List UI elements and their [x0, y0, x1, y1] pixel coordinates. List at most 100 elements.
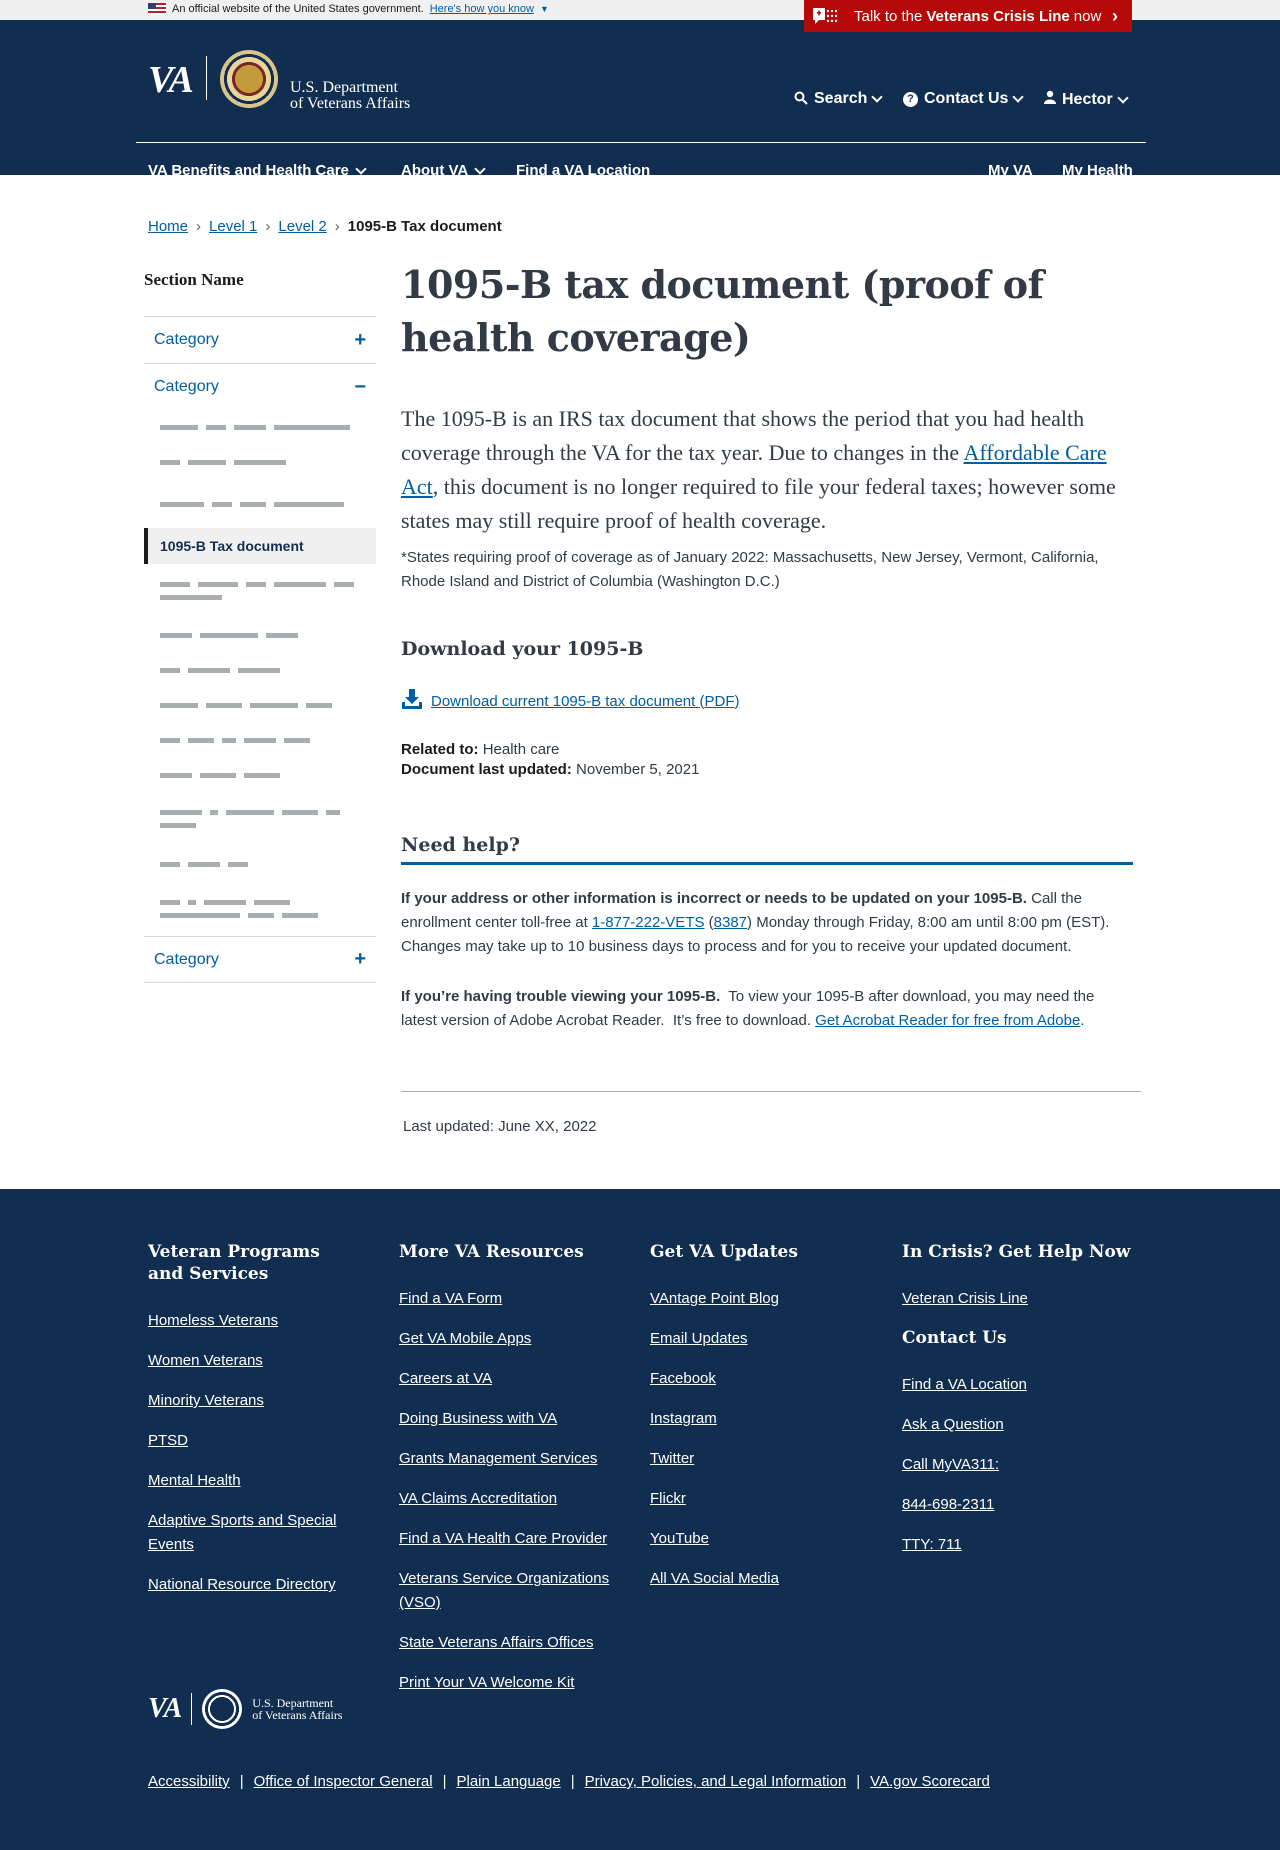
category-label: Category	[154, 378, 219, 395]
search-menu[interactable]: Search	[794, 90, 884, 108]
chevron-down-icon	[474, 162, 486, 175]
footer-separator: |	[570, 1773, 575, 1790]
chevron-down-icon	[355, 162, 367, 175]
footer-link-crisis-0[interactable]: Veteran Crisis Line	[902, 1287, 1142, 1311]
updated-label: Document last updated:	[401, 761, 572, 778]
download-heading: Download your 1095-B	[401, 638, 644, 660]
plus-icon: +	[354, 328, 366, 351]
help2-bold: If you’re having trouble viewing your 10…	[401, 988, 721, 1005]
placeholder-item[interactable]	[160, 882, 376, 936]
footer-separator: |	[239, 1773, 244, 1790]
footer-link-resources-0[interactable]: Find a VA Form	[399, 1287, 619, 1311]
chevron-down-icon	[1117, 91, 1129, 104]
footer-link-programs-0[interactable]: Homeless Veterans	[148, 1309, 358, 1333]
footer-link-programs-2[interactable]: Minority Veterans	[148, 1389, 358, 1413]
footer-link-updates-6[interactable]: YouTube	[650, 1527, 850, 1551]
footer-link-contact-0[interactable]: Find a VA Location	[902, 1373, 1142, 1397]
nav-my-health[interactable]: My Health	[1062, 162, 1133, 179]
footer-bottom-link-4[interactable]: VA.gov Scorecard	[870, 1773, 990, 1790]
footer-bottom-link-0[interactable]: Accessibility	[148, 1773, 230, 1790]
acrobat-reader-link[interactable]: Get Acrobat Reader for free from Adobe	[815, 1012, 1080, 1029]
va-seal-icon	[202, 1689, 243, 1729]
nav-about[interactable]: About VA	[401, 162, 486, 179]
footer-logo[interactable]: VA U.S. Department of Veterans Affairs	[148, 1689, 342, 1729]
placeholder-item[interactable]	[160, 564, 376, 618]
footer-link-resources-4[interactable]: Grants Management Services	[399, 1447, 619, 1471]
footer-link-updates-1[interactable]: Email Updates	[650, 1327, 850, 1351]
placeholder-item[interactable]	[160, 652, 376, 688]
va-seal-icon	[220, 50, 278, 108]
nav-my-va[interactable]: My VA	[988, 162, 1033, 179]
footer-link-contact-3[interactable]: 844-698-2311	[902, 1493, 1142, 1517]
footer-link-resources-9[interactable]: Print Your VA Welcome Kit	[399, 1671, 619, 1695]
crisis-line-button[interactable]: Talk to the Veterans Crisis Line now ›	[804, 0, 1132, 32]
footer-link-programs-3[interactable]: PTSD	[148, 1429, 358, 1453]
heres-how-you-know-link[interactable]: Here's how you know	[430, 3, 534, 15]
footer-link-programs-5[interactable]: Adaptive Sports and Special Events	[148, 1509, 358, 1557]
nav-benefits[interactable]: VA Benefits and Health Care	[148, 162, 367, 179]
placeholder-item[interactable]	[160, 444, 376, 480]
placeholder-item[interactable]	[160, 846, 376, 882]
footer-link-updates-0[interactable]: VAntage Point Blog	[650, 1287, 850, 1311]
footer-link-programs-1[interactable]: Women Veterans	[148, 1349, 358, 1373]
help-paragraph-2: If you’re having trouble viewing your 10…	[401, 985, 1133, 1033]
breadcrumb-level2[interactable]: Level 2	[278, 218, 326, 235]
va-logo[interactable]: VA	[148, 58, 194, 102]
footer-link-updates-7[interactable]: All VA Social Media	[650, 1567, 850, 1591]
main-content: 1095-B tax document (proof of health cov…	[401, 258, 1141, 1135]
download-row: Download current 1095-B tax document (PD…	[401, 688, 1133, 714]
footer-link-resources-5[interactable]: VA Claims Accreditation	[399, 1487, 619, 1511]
footer-link-resources-7[interactable]: Veterans Service Organizations (VSO)	[399, 1567, 619, 1615]
footer-link-updates-5[interactable]: Flickr	[650, 1487, 850, 1511]
enrollment-tty-link[interactable]: 8387	[714, 914, 747, 931]
footer-link-contact-2[interactable]: Call MyVA311:	[902, 1453, 1142, 1477]
updated-value: November 5, 2021	[576, 761, 700, 778]
breadcrumb-current: 1095-B Tax document	[347, 218, 502, 235]
contact-menu[interactable]: ? Contact Us	[903, 90, 1025, 108]
footer-col-title: More VA Resources	[399, 1242, 584, 1262]
footer-link-updates-3[interactable]: Instagram	[650, 1407, 850, 1431]
footer-link-list: Veteran Crisis Line	[902, 1287, 1142, 1311]
nav-find-location[interactable]: Find a VA Location	[516, 162, 650, 179]
breadcrumb-home[interactable]: Home	[148, 218, 188, 235]
footer-link-updates-2[interactable]: Facebook	[650, 1367, 850, 1391]
placeholder-item[interactable]	[160, 410, 376, 444]
breadcrumb-separator: ›	[196, 218, 202, 235]
placeholder-item[interactable]	[160, 722, 376, 758]
placeholder-item[interactable]	[160, 480, 376, 528]
side-category-2[interactable]: Category −	[144, 363, 376, 410]
placeholder-item[interactable]	[160, 792, 376, 846]
placeholder-item[interactable]	[160, 758, 376, 792]
footer-link-resources-3[interactable]: Doing Business with VA	[399, 1407, 619, 1431]
enrollment-phone-link[interactable]: 1-877-222-VETS	[592, 914, 705, 931]
crisis-bold: Veterans Crisis Line	[926, 7, 1070, 25]
download-pdf-link[interactable]: Download current 1095-B tax document (PD…	[431, 693, 739, 710]
user-menu[interactable]: Hector	[1044, 90, 1129, 109]
footer-dept-name: U.S. Department of Veterans Affairs	[252, 1697, 342, 1721]
footer-link-resources-8[interactable]: State Veterans Affairs Offices	[399, 1631, 619, 1655]
placeholder-item[interactable]	[160, 618, 376, 652]
breadcrumb-level1[interactable]: Level 1	[209, 218, 257, 235]
side-category-1[interactable]: Category +	[144, 316, 376, 363]
side-item-active[interactable]: 1095-B Tax document	[144, 528, 376, 564]
category-label: Category	[154, 950, 219, 968]
related-value: Health care	[482, 741, 560, 758]
footer-link-resources-6[interactable]: Find a VA Health Care Provider	[399, 1527, 619, 1551]
department-name: U.S. Department of Veterans Affairs	[290, 80, 410, 112]
side-category-3[interactable]: Category +	[144, 936, 376, 983]
footer-link-programs-4[interactable]: Mental Health	[148, 1469, 358, 1493]
footer-link-contact-1[interactable]: Ask a Question	[902, 1413, 1142, 1437]
footer-bottom-link-1[interactable]: Office of Inspector General	[254, 1773, 433, 1790]
footer-link-contact-4[interactable]: TTY: 711	[902, 1533, 1142, 1557]
footer-link-resources-1[interactable]: Get VA Mobile Apps	[399, 1327, 619, 1351]
footer-col-title: Contact Us	[902, 1328, 1007, 1348]
footer-bottom-link-2[interactable]: Plain Language	[456, 1773, 560, 1790]
footer-link-updates-4[interactable]: Twitter	[650, 1447, 850, 1471]
footer-col-resources: More VA Resources Find a VA Form Get VA M…	[399, 1241, 619, 1711]
footer-col-title: Get VA Updates	[650, 1242, 798, 1262]
footer-bottom-link-3[interactable]: Privacy, Policies, and Legal Information	[585, 1773, 847, 1790]
download-icon	[401, 688, 423, 714]
placeholder-item[interactable]	[160, 688, 376, 722]
footer-link-resources-2[interactable]: Careers at VA	[399, 1367, 619, 1391]
footer-link-programs-6[interactable]: National Resource Directory	[148, 1573, 358, 1597]
